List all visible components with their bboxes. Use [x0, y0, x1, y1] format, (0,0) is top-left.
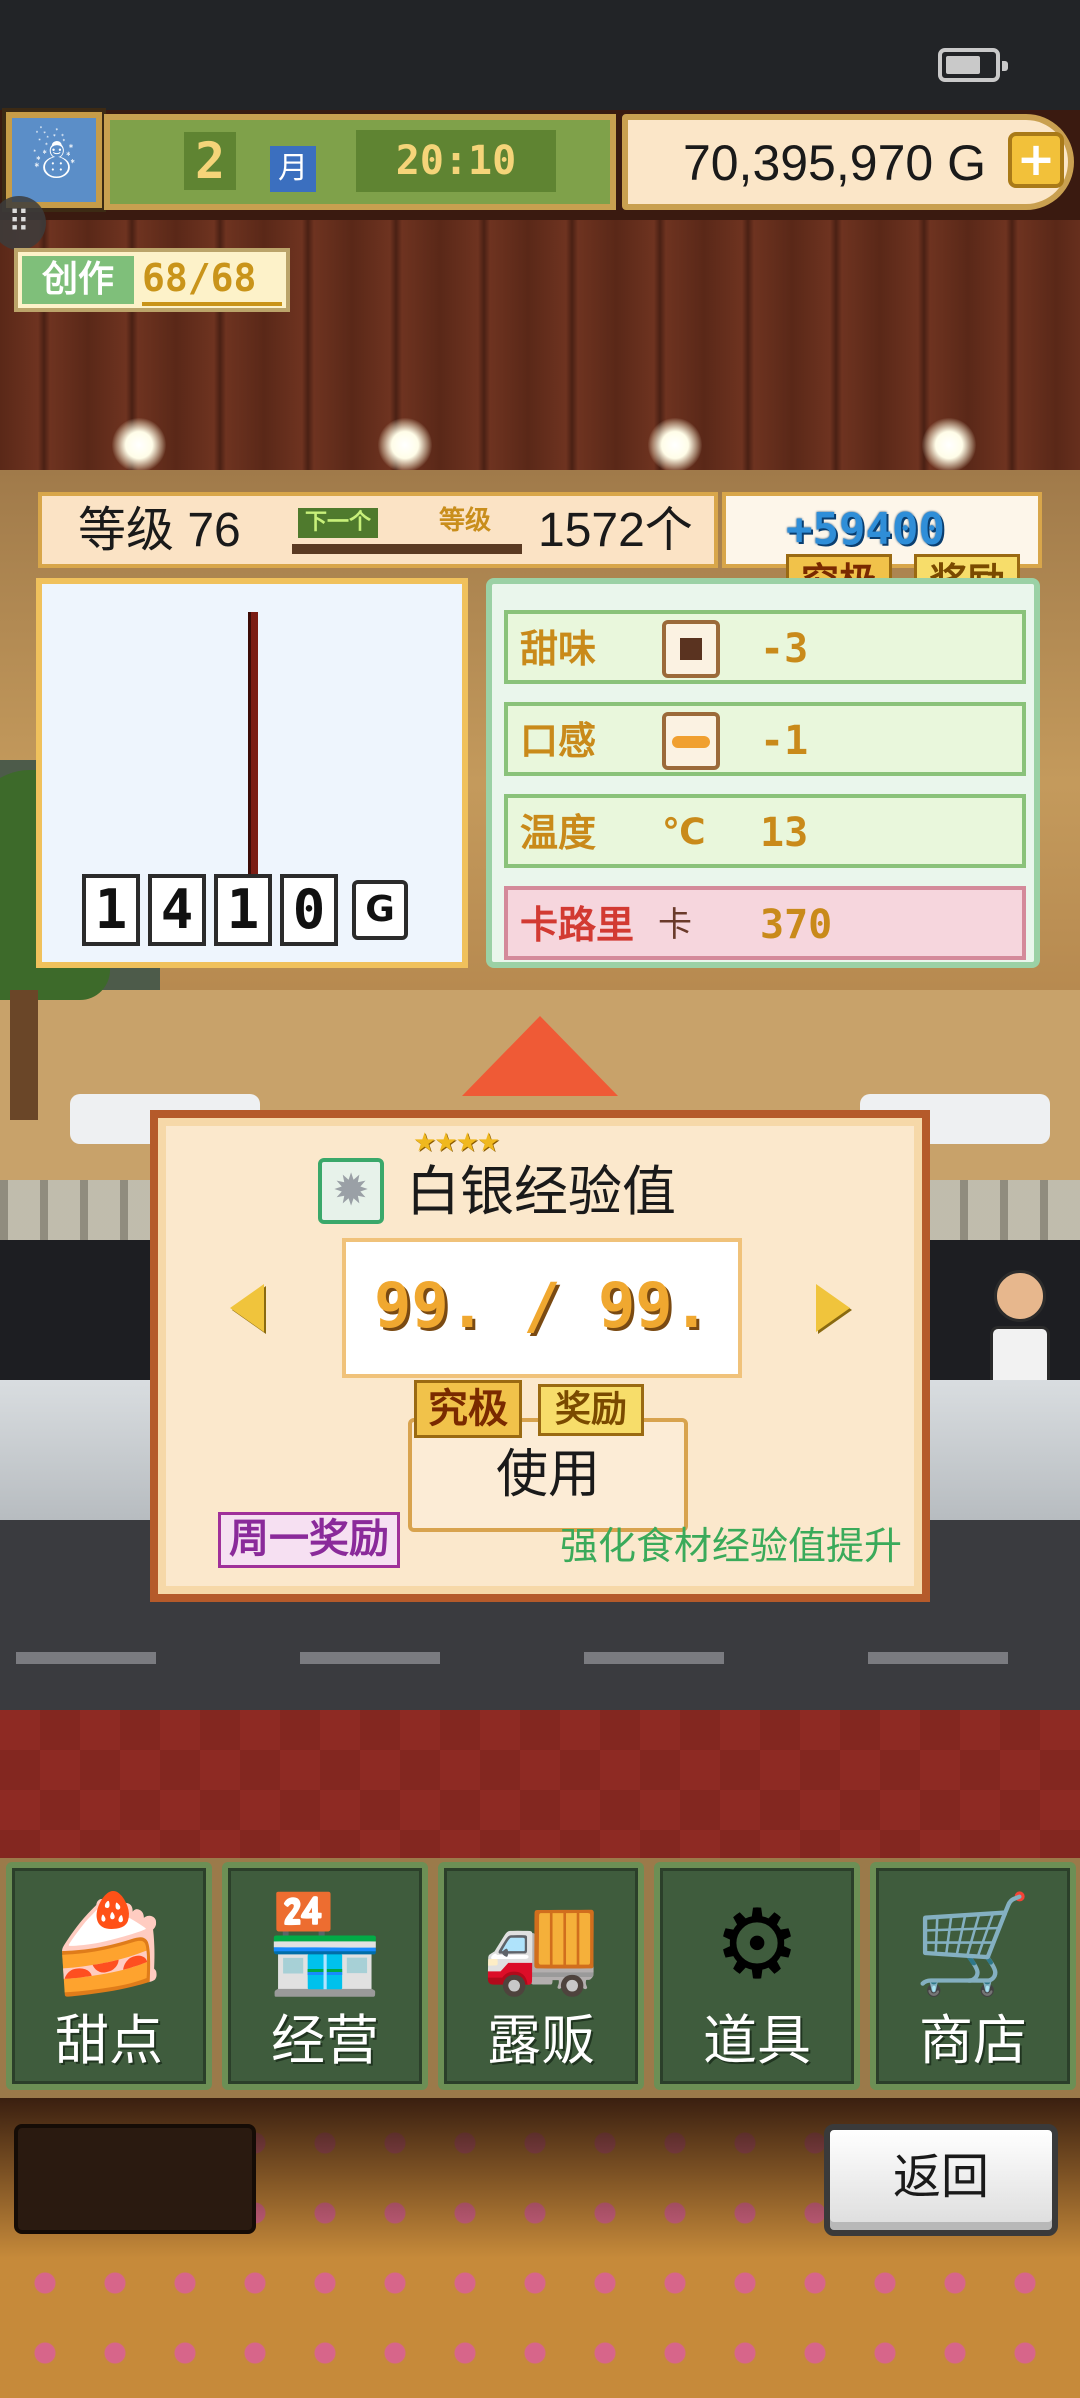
- money-unit: G: [947, 135, 986, 191]
- item-count: 99. / 99.: [342, 1238, 742, 1378]
- reward-tag: 奖励: [538, 1384, 644, 1436]
- nav-store[interactable]: 🛒 商店: [870, 1862, 1076, 2090]
- stat-row-calories: 卡路里 卡 370: [504, 886, 1026, 960]
- month-number: 2: [184, 132, 236, 190]
- create-counter: 创作 68/68: [14, 248, 290, 312]
- nav-label: 经营: [271, 2011, 379, 2071]
- npc-body: [990, 1326, 1050, 1386]
- shopping-cart-icon: 🛒: [913, 1888, 1033, 2000]
- ultimate-tag: 究极: [414, 1380, 522, 1438]
- sweet-icon: [662, 620, 720, 678]
- footer-slot: [14, 2124, 256, 2234]
- add-money-button[interactable]: +: [1008, 132, 1064, 188]
- create-label: 创作: [22, 256, 134, 304]
- next-arrow-icon[interactable]: [816, 1284, 850, 1332]
- item-name: 白银经验值: [406, 1162, 676, 1222]
- bonus-value: +59400: [786, 504, 945, 555]
- calories-value: 370: [760, 902, 833, 948]
- nav-items[interactable]: ⚙ 道具: [654, 1862, 860, 2090]
- road-line: [16, 1652, 156, 1664]
- road-line: [868, 1652, 1008, 1664]
- stat-row-sweet: 甜味 -3: [504, 610, 1026, 684]
- lamp-light: [378, 418, 432, 472]
- stat-row-texture: 口感 -1: [504, 702, 1026, 776]
- stat-value: 13: [760, 810, 809, 856]
- status-bar: [0, 0, 1080, 110]
- back-button[interactable]: 返回: [824, 2124, 1058, 2236]
- stat-label: 甜味: [520, 627, 597, 671]
- level-count: 1572个: [538, 504, 693, 557]
- snowman-icon: ☃: [28, 127, 80, 192]
- item-description: 强化食材经验值提升: [559, 1526, 902, 1568]
- create-value: 68/68: [142, 256, 257, 300]
- lamp-light: [648, 418, 702, 472]
- nav-stall[interactable]: 🚚 露贩: [438, 1862, 644, 2090]
- nav-management[interactable]: 🏪 经营: [222, 1862, 428, 2090]
- popup-pointer: [462, 1016, 618, 1096]
- road-line: [584, 1652, 724, 1664]
- item-popup: ★★★★ ✹ 白银经验值 99. / 99. 使用 究极 奖励 周一奖励 强化食…: [150, 1110, 930, 1602]
- stat-label: 口感: [520, 719, 597, 763]
- price-digit: 1: [214, 874, 272, 946]
- level-bar: 等级 76 下一个 等级 1572个: [38, 492, 718, 568]
- grade-tag: 等级: [438, 506, 491, 536]
- level-label: 等级 76: [78, 504, 241, 557]
- cake-icon: 🍰: [49, 1888, 169, 2000]
- prev-arrow-icon[interactable]: [230, 1284, 264, 1332]
- create-underline: [142, 302, 282, 306]
- lamp-light: [922, 418, 976, 472]
- customer-npc[interactable]: [990, 1270, 1050, 1390]
- price-currency: G: [352, 880, 408, 940]
- nav-label: 商店: [919, 2011, 1027, 2071]
- game-time: 20:10: [356, 130, 556, 192]
- nav-label: 道具: [703, 2011, 811, 2071]
- level-progress-bar: [292, 544, 522, 554]
- nav-dessert[interactable]: 🍰 甜点: [6, 1862, 212, 2090]
- calories-unit: 卡: [658, 905, 692, 945]
- monday-reward-tag: 周一奖励: [218, 1512, 400, 1568]
- season-avatar[interactable]: ☃: [2, 108, 106, 212]
- food-truck-icon: 🚚: [481, 1888, 601, 2000]
- stat-value: -3: [760, 626, 809, 672]
- tree-trunk: [10, 990, 38, 1120]
- nav-label: 甜点: [55, 2011, 163, 2071]
- money-panel: 70,395,970 G +: [622, 114, 1074, 210]
- dessert-preview: 1 4 1 0 G: [36, 578, 468, 968]
- carpet-strip: [0, 1710, 1080, 1860]
- price-digit: 1: [82, 874, 140, 946]
- money-value: 70,395,970: [682, 135, 934, 191]
- stat-row-temperature: 温度 ℃ 13: [504, 794, 1026, 868]
- money-amount: 70,395,970 G: [683, 128, 986, 198]
- stat-label: 温度: [520, 811, 597, 855]
- month-label: 月: [270, 146, 316, 192]
- date-panel: 2 月 20:10: [104, 114, 616, 210]
- shop-icon: 🏪: [265, 1888, 385, 2000]
- stat-value: -1: [760, 718, 809, 764]
- next-level-tag: 下一个: [298, 508, 378, 538]
- celsius-icon: ℃: [662, 812, 706, 853]
- price-digit: 4: [148, 874, 206, 946]
- battery-icon: [938, 48, 1008, 82]
- texture-icon: [662, 712, 720, 770]
- nav-label: 露贩: [487, 2011, 595, 2071]
- calories-label: 卡路里: [520, 903, 635, 947]
- gear-icon: ✹: [318, 1158, 384, 1224]
- npc-head: [994, 1270, 1046, 1322]
- items-bag-icon: ⚙: [713, 1888, 801, 2000]
- dessert-sprite: [248, 612, 258, 874]
- road-line: [300, 1652, 440, 1664]
- lamp-light: [112, 418, 166, 472]
- stats-panel: 甜味 -3 口感 -1 温度 ℃ 13 卡路里 卡 370: [486, 578, 1040, 968]
- price-digit: 0: [280, 874, 338, 946]
